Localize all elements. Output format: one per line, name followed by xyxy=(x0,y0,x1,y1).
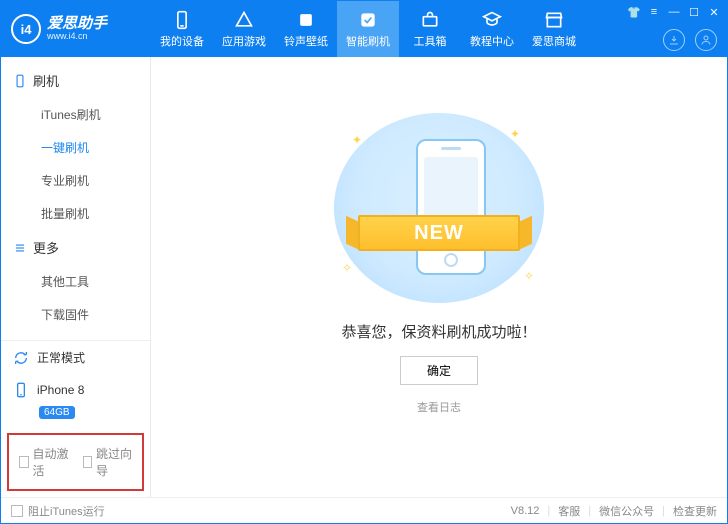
flash-icon xyxy=(358,10,378,30)
sidebar: 刷机 iTunes刷机 一键刷机 专业刷机 批量刷机 更多 其他工具 下载固件 … xyxy=(1,57,151,497)
sidebar-item-download-firmware[interactable]: 下载固件 xyxy=(1,298,150,331)
footer-link-support[interactable]: 客服 xyxy=(558,503,580,519)
nav-label: 我的设备 xyxy=(160,33,204,49)
sparkle-icon: ✧ xyxy=(524,269,534,283)
activation-options-highlight: 自动激活 跳过向导 xyxy=(7,433,144,491)
brand-url: www.i4.cn xyxy=(47,32,107,42)
device-name: iPhone 8 xyxy=(37,383,84,397)
toolbox-icon xyxy=(420,10,440,30)
nav-label: 工具箱 xyxy=(414,33,447,49)
new-ribbon: NEW xyxy=(348,209,530,259)
skin-icon[interactable]: 👕 xyxy=(627,5,641,19)
sidebar-item-itunes-flash[interactable]: iTunes刷机 xyxy=(1,98,150,131)
account-button[interactable] xyxy=(695,29,717,51)
phone-outline-icon xyxy=(13,74,27,88)
nav-store[interactable]: 爱思商城 xyxy=(523,1,585,57)
device-row[interactable]: iPhone 8 xyxy=(1,374,150,406)
section-title: 更多 xyxy=(33,238,59,257)
sidebar-item-oneclick-flash[interactable]: 一键刷机 xyxy=(1,131,150,164)
skip-guide-label: 跳过向导 xyxy=(96,445,132,479)
nav-label: 教程中心 xyxy=(470,33,514,49)
view-log-link[interactable]: 查看日志 xyxy=(417,399,461,415)
nav-flash[interactable]: 智能刷机 xyxy=(337,1,399,57)
close-icon[interactable]: ✕ xyxy=(707,5,721,19)
top-nav: 我的设备 应用游戏 铃声壁纸 智能刷机 工具箱 教程中心 xyxy=(151,1,585,57)
success-message: 恭喜您，保资料刷机成功啦！ xyxy=(341,321,536,342)
sidebar-item-advanced[interactable]: 高级功能 xyxy=(1,331,150,340)
auto-activate-checkbox[interactable]: 自动激活 xyxy=(19,445,69,479)
menu-icon[interactable]: ≡ xyxy=(647,5,661,19)
status-bar: 阻止iTunes运行 V8.12 | 客服 | 微信公众号 | 检查更新 xyxy=(1,497,727,523)
nav-tutorial[interactable]: 教程中心 xyxy=(461,1,523,57)
sparkle-icon: ✦ xyxy=(510,127,520,141)
nav-my-device[interactable]: 我的设备 xyxy=(151,1,213,57)
nav-ringtone[interactable]: 铃声壁纸 xyxy=(275,1,337,57)
storage-badge: 64GB xyxy=(39,406,75,419)
phone-icon xyxy=(172,10,192,30)
sparkle-icon: ✦ xyxy=(352,133,362,147)
nav-label: 铃声壁纸 xyxy=(284,33,328,49)
block-itunes-label: 阻止iTunes运行 xyxy=(28,503,105,519)
main-content: ✦ ✦ ✧ ✧ NEW 恭喜您，保资料刷机成功啦！ 确定 查看日志 xyxy=(151,57,727,497)
nav-label: 爱思商城 xyxy=(532,33,576,49)
download-icon xyxy=(668,34,680,46)
sidebar-section-flash[interactable]: 刷机 xyxy=(1,63,150,98)
brand-logo: i4 爱思助手 www.i4.cn xyxy=(1,14,151,44)
app-window: i4 爱思助手 www.i4.cn 我的设备 应用游戏 铃声壁纸 智能刷机 xyxy=(0,0,728,524)
logo-ring-icon: i4 xyxy=(11,14,41,44)
device-mode-label: 正常模式 xyxy=(37,349,85,366)
checkbox-icon xyxy=(19,456,29,468)
ok-button[interactable]: 确定 xyxy=(400,356,478,385)
sidebar-item-other-tools[interactable]: 其他工具 xyxy=(1,265,150,298)
version-label: V8.12 xyxy=(511,505,540,517)
store-icon xyxy=(544,10,564,30)
success-illustration: ✦ ✦ ✧ ✧ NEW xyxy=(334,113,544,303)
footer-link-update[interactable]: 检查更新 xyxy=(673,503,717,519)
maximize-icon[interactable]: ☐ xyxy=(687,5,701,19)
title-bar: i4 爱思助手 www.i4.cn 我的设备 应用游戏 铃声壁纸 智能刷机 xyxy=(1,1,727,57)
apps-icon xyxy=(234,10,254,30)
sidebar-item-batch-flash[interactable]: 批量刷机 xyxy=(1,197,150,230)
nav-label: 应用游戏 xyxy=(222,33,266,49)
user-icon xyxy=(700,34,712,46)
section-title: 刷机 xyxy=(33,71,59,90)
ringtone-icon xyxy=(296,10,316,30)
refresh-icon xyxy=(13,350,29,366)
minimize-icon[interactable]: — xyxy=(667,5,681,19)
skip-guide-checkbox[interactable]: 跳过向导 xyxy=(83,445,133,479)
nav-toolbox[interactable]: 工具箱 xyxy=(399,1,461,57)
auto-activate-label: 自动激活 xyxy=(33,445,69,479)
nav-label: 智能刷机 xyxy=(346,33,390,49)
header-right-actions xyxy=(663,29,717,51)
sidebar-section-more[interactable]: 更多 xyxy=(1,230,150,265)
block-itunes-checkbox[interactable]: 阻止iTunes运行 xyxy=(11,503,105,519)
brand-name: 爱思助手 xyxy=(47,16,107,33)
sidebar-bottom: 正常模式 iPhone 8 64GB 自动激活 xyxy=(1,340,150,497)
footer-link-wechat[interactable]: 微信公众号 xyxy=(599,503,654,519)
menu-lines-icon xyxy=(13,241,27,255)
checkbox-icon xyxy=(83,456,93,468)
tutorial-icon xyxy=(482,10,502,30)
device-mode-row[interactable]: 正常模式 xyxy=(1,341,150,374)
window-controls: 👕 ≡ — ☐ ✕ xyxy=(627,5,721,19)
sparkle-icon: ✧ xyxy=(342,261,352,275)
body: 刷机 iTunes刷机 一键刷机 专业刷机 批量刷机 更多 其他工具 下载固件 … xyxy=(1,57,727,497)
nav-apps[interactable]: 应用游戏 xyxy=(213,1,275,57)
sidebar-item-pro-flash[interactable]: 专业刷机 xyxy=(1,164,150,197)
device-phone-icon xyxy=(13,382,29,398)
download-button[interactable] xyxy=(663,29,685,51)
ribbon-text: NEW xyxy=(358,215,520,251)
checkbox-icon xyxy=(11,505,23,517)
